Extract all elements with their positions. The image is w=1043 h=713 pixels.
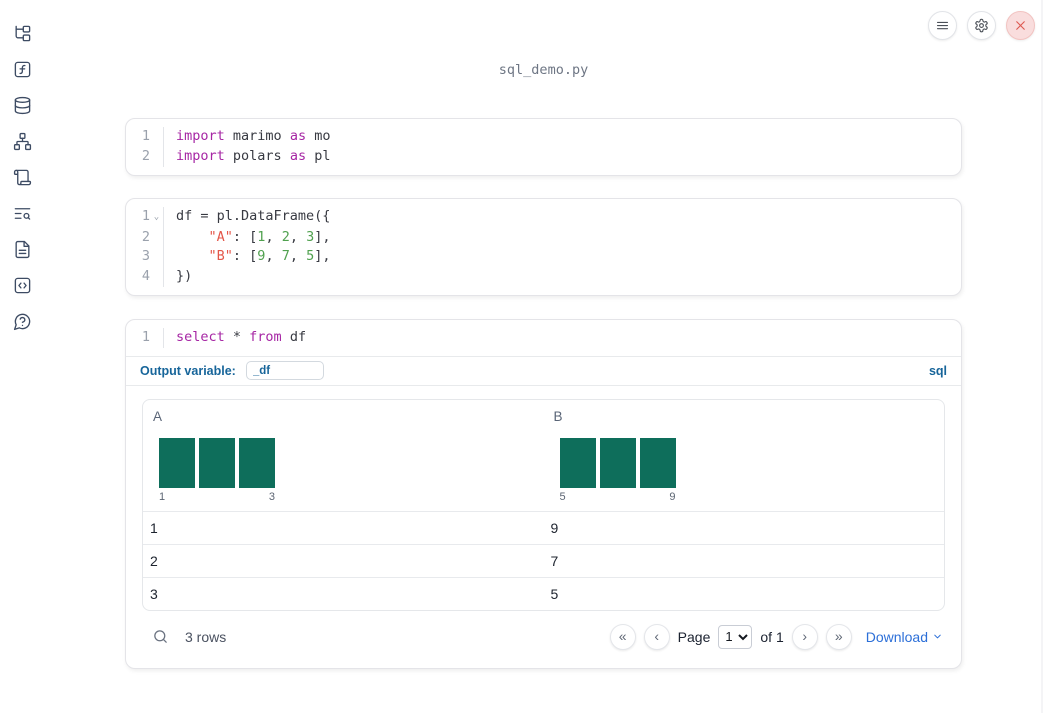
line-number: 3 [141, 248, 150, 265]
table-header: A13B59 [143, 400, 944, 511]
helper-panel-sidebar [0, 0, 44, 331]
histogram-max-label: 3 [268, 490, 275, 503]
data-table: A13B59 192735 [142, 398, 945, 611]
row-count: 3 rows [185, 628, 227, 645]
histogram-bar [639, 437, 676, 488]
histogram-bar [599, 437, 636, 488]
code-line: 2 import polars as pl [126, 146, 961, 167]
gear-icon [975, 18, 988, 33]
download-button[interactable]: Download [866, 629, 943, 645]
chevrons-left-icon: « [618, 627, 627, 644]
column-header: B59 [544, 400, 945, 511]
code-line: 3 "B": [9, 7, 5], [126, 247, 961, 268]
page-label: Page [677, 628, 711, 645]
table-cell: 3 [150, 585, 158, 602]
chevrons-right-icon: » [834, 627, 843, 644]
line-number: 2 [141, 228, 150, 245]
line-number: 1 [141, 328, 150, 345]
histogram-max-label: 9 [669, 490, 676, 503]
file-tree-icon[interactable] [13, 24, 32, 43]
page-select[interactable]: 1 [718, 624, 753, 649]
code-line: 1 import marimo as mo [126, 127, 961, 147]
document-icon[interactable] [13, 240, 32, 259]
code-line: 1 select * from df [126, 327, 961, 348]
table-cell: 9 [550, 519, 559, 536]
line-number: 1 [141, 128, 150, 144]
chevron-down-icon [934, 634, 941, 639]
marimo-notebook-window: sql_demo.py 1 import marimo as mo 2 import … [0, 0, 1043, 713]
line-number: 1 [141, 207, 150, 224]
settings-button[interactable] [967, 11, 996, 40]
line-number: 2 [141, 147, 150, 164]
histogram-bar [199, 437, 235, 488]
scroll-icon[interactable] [13, 168, 32, 187]
code-editor[interactable]: 1 import marimo as mo 2 import polars as pl [126, 119, 961, 175]
table-row: 27 [143, 543, 944, 577]
sql-cell: 1select * from df Output variable: sql A… [125, 318, 962, 669]
output-variable-label: Output variable: [140, 363, 236, 378]
histogram-bar [159, 437, 195, 488]
pagination: « ‹ Page 1 of 1 › » [609, 623, 852, 650]
help-icon[interactable] [13, 312, 32, 331]
histogram-min-label: 1 [159, 490, 166, 503]
chevron-right-icon: › [802, 627, 808, 644]
dependency-graph-icon[interactable] [13, 132, 32, 151]
table-row: 35 [143, 576, 944, 610]
table-body: 192735 [143, 510, 944, 610]
sql-editor[interactable]: 1 select * from df [126, 320, 961, 356]
table-cell: 1 [150, 519, 158, 536]
table-cell: 5 [550, 585, 559, 602]
code-line: 2 "A": [1, 2, 3], [126, 227, 961, 248]
shutdown-button[interactable] [1006, 11, 1035, 40]
table-row: 19 [143, 510, 944, 544]
close-icon [1016, 21, 1025, 30]
column-histogram: 13 [159, 437, 275, 503]
column-name[interactable]: A [153, 409, 162, 424]
notebook-filename: sql_demo.py [498, 62, 589, 78]
histogram-bar [559, 437, 596, 488]
output-variable-input[interactable] [245, 361, 324, 381]
download-label: Download [865, 628, 928, 645]
next-page-button[interactable]: › [791, 623, 818, 650]
notebook-content: sql_demo.py 1 import marimo as mo 2 import … [125, 0, 962, 669]
prev-page-button[interactable]: ‹ [643, 623, 670, 650]
first-page-button[interactable]: « [609, 623, 636, 650]
code-snippet-icon[interactable] [13, 276, 32, 295]
histogram-min-label: 5 [559, 490, 566, 503]
text-search-icon[interactable] [13, 204, 32, 223]
histogram-bar [239, 437, 275, 488]
database-icon[interactable] [13, 96, 32, 115]
search-icon[interactable] [152, 628, 169, 645]
page-of-label: of 1 [760, 628, 784, 645]
chevron-left-icon: ‹ [654, 627, 659, 644]
column-histogram: 59 [559, 437, 676, 503]
column-name[interactable]: B [554, 409, 563, 424]
code-cell: 1 import marimo as mo 2 import polars as pl [125, 118, 962, 176]
function-square-icon[interactable] [13, 60, 32, 79]
column-header: A13 [143, 400, 544, 511]
code-line: 1 ⌄ df = pl.DataFrame({ [126, 206, 961, 228]
table-cell: 7 [550, 552, 559, 569]
line-number: 4 [141, 268, 150, 285]
fold-chevron-icon[interactable]: ⌄ [150, 207, 163, 228]
sql-cell-footer: Output variable: sql [126, 357, 961, 385]
last-page-button[interactable]: » [825, 623, 852, 650]
table-footer: 3 rows « ‹ Page 1 of 1 › » Download [142, 622, 945, 652]
code-editor[interactable]: 1 ⌄ df = pl.DataFrame({2 "A": [1, 2, 3], 3 … [126, 199, 961, 295]
table-cell: 2 [150, 552, 158, 569]
code-cell: 1 ⌄ df = pl.DataFrame({2 "A": [1, 2, 3], 3 … [125, 197, 962, 296]
language-badge-sql[interactable]: sql [929, 364, 947, 378]
code-line: 4}) [126, 267, 961, 287]
cell-output-area: A13B59 192735 3 rows « ‹ Page 1 of 1 › »… [126, 384, 961, 668]
